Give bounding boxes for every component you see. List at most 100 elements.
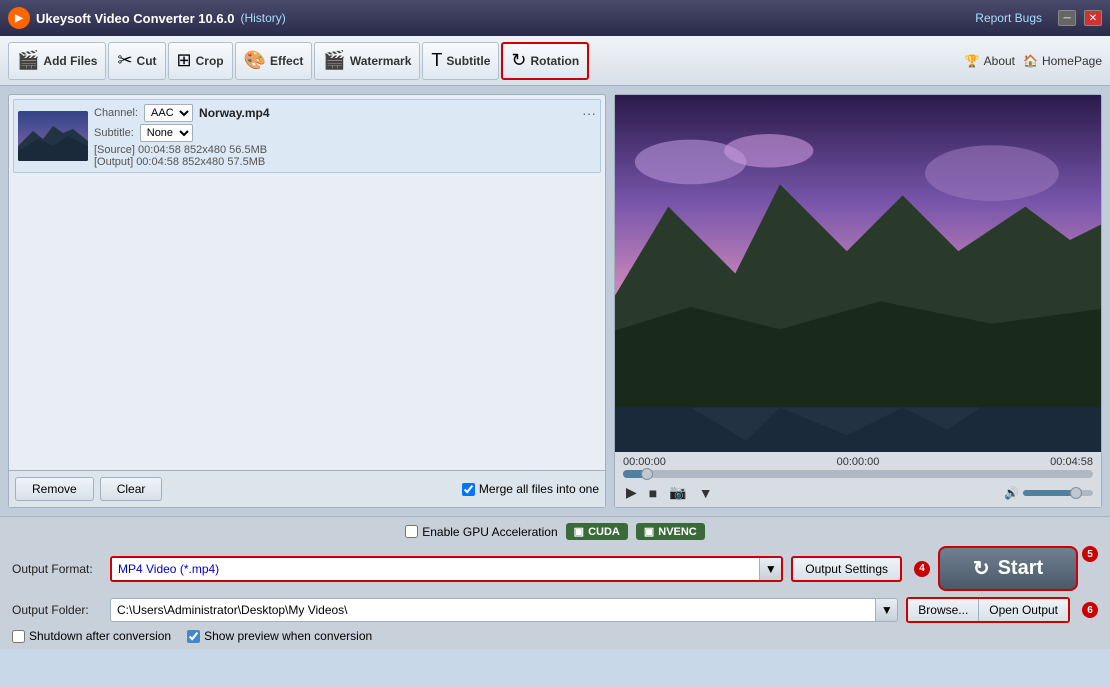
cut-icon: ✂ (117, 50, 132, 71)
history-link[interactable]: (History) (240, 11, 285, 25)
output-folder-label: Output Folder: (12, 603, 102, 617)
home-icon: 🏠 (1023, 54, 1038, 68)
add-files-label: Add Files (43, 54, 97, 68)
show-preview-checkbox[interactable] (187, 630, 200, 643)
rotation-button[interactable]: ↻ Rotation (501, 42, 589, 80)
nvidia-logo: ▣ (574, 525, 584, 538)
preview-video (615, 95, 1101, 452)
effect-label: Effect (270, 54, 303, 68)
volume-control: 🔊 (1004, 486, 1093, 500)
title-bar-left: ▶ Ukeysoft Video Converter 10.6.0 (Histo… (8, 7, 286, 29)
shutdown-checkbox[interactable] (12, 630, 25, 643)
nvenc-label: NVENC (658, 526, 697, 538)
clear-button[interactable]: Clear (100, 477, 163, 501)
toolbar-right: 🏆 About 🏠 HomePage (965, 54, 1102, 68)
time-mid: 00:00:00 (837, 456, 880, 468)
about-label: About (984, 54, 1015, 68)
preview-panel: 00:00:00 00:00:00 00:04:58 ▶ ■ 📷 ▼ 🔊 (614, 94, 1102, 508)
browse-button[interactable]: Browse... (908, 599, 979, 621)
channel-select[interactable]: AAC (144, 104, 193, 122)
start-icon: ↻ (973, 556, 990, 581)
homepage-label: HomePage (1042, 54, 1102, 68)
file-name: Norway.mp4 (199, 106, 269, 120)
shutdown-checkbox-group: Shutdown after conversion (12, 629, 171, 643)
cuda-badge: ▣ CUDA (566, 523, 628, 540)
channel-label: Channel: (94, 107, 138, 119)
output-format-input[interactable] (112, 558, 759, 580)
snapshot-dropdown[interactable]: ▼ (696, 483, 716, 503)
snapshot-button[interactable]: 📷 (666, 482, 689, 503)
watermark-label: Watermark (350, 54, 412, 68)
nvidia-logo2: ▣ (644, 525, 654, 538)
nvenc-badge: ▣ NVENC (636, 523, 705, 540)
volume-icon: 🔊 (1004, 486, 1019, 500)
merge-checkbox[interactable] (462, 483, 475, 496)
file-list: Channel: AAC Norway.mp4 ··· Subtitle: No… (9, 95, 605, 470)
show-preview-checkbox-group: Show preview when conversion (187, 629, 372, 643)
shutdown-label: Shutdown after conversion (29, 629, 171, 643)
time-end: 00:04:58 (1050, 456, 1093, 468)
start-label: Start (998, 557, 1044, 580)
file-thumbnail (18, 111, 88, 161)
cut-button[interactable]: ✂ Cut (108, 42, 165, 80)
title-bar: ▶ Ukeysoft Video Converter 10.6.0 (Histo… (0, 0, 1110, 36)
open-output-button[interactable]: Open Output (979, 599, 1068, 621)
volume-fill (1023, 490, 1076, 496)
gpu-checkbox-group: Enable GPU Acceleration (405, 525, 557, 539)
subtitle-label: Subtitle (446, 54, 490, 68)
folder-dropdown[interactable]: ▼ (875, 599, 897, 621)
rotation-icon: ↻ (511, 50, 526, 71)
subtitle-label-text: Subtitle: (94, 127, 134, 139)
playback-controls: ▶ ■ 📷 ▼ 🔊 (623, 482, 1093, 503)
add-files-icon: 🎬 (17, 50, 39, 71)
toolbar: 🎬 Add Files ✂ Cut ⊞ Crop 🎨 Effect 🎬 Wate… (0, 36, 1110, 86)
output-format-dropdown[interactable]: ▼ (759, 558, 781, 580)
watermark-button[interactable]: 🎬 Watermark (314, 42, 420, 80)
report-bugs-link[interactable]: Report Bugs (975, 11, 1042, 25)
remove-button[interactable]: Remove (15, 477, 94, 501)
crop-label: Crop (196, 54, 224, 68)
file-item: Channel: AAC Norway.mp4 ··· Subtitle: No… (13, 99, 601, 173)
show-preview-label: Show preview when conversion (204, 629, 372, 643)
gpu-row: Enable GPU Acceleration ▣ CUDA ▣ NVENC (12, 523, 1098, 540)
final-options-row: Shutdown after conversion Show preview w… (12, 629, 1098, 643)
file-panel-bottom: Remove Clear Merge all files into one (9, 470, 605, 507)
stop-button[interactable]: ■ (646, 483, 660, 503)
cut-label: Cut (137, 54, 157, 68)
file-info: Channel: AAC Norway.mp4 ··· Subtitle: No… (94, 104, 596, 168)
subtitle-select[interactable]: None (140, 124, 193, 142)
start-button[interactable]: ↻ Start (938, 546, 1078, 591)
folder-path-input[interactable] (111, 599, 875, 621)
about-icon: 🏆 (965, 54, 980, 68)
gpu-checkbox[interactable] (405, 525, 418, 538)
watermark-icon: 🎬 (323, 50, 345, 71)
file-menu-button[interactable]: ··· (582, 105, 596, 121)
progress-handle[interactable] (641, 468, 653, 480)
progress-bar[interactable] (623, 470, 1093, 478)
minimize-button[interactable]: ─ (1058, 10, 1076, 26)
output-meta: [Output] 00:04:58 852x480 57.5MB (94, 156, 596, 168)
crop-button[interactable]: ⊞ Crop (168, 42, 233, 80)
homepage-button[interactable]: 🏠 HomePage (1023, 54, 1102, 68)
effect-button[interactable]: 🎨 Effect (235, 42, 313, 80)
source-meta: [Source] 00:04:58 852x480 56.5MB (94, 144, 596, 156)
volume-handle[interactable] (1070, 487, 1082, 499)
settings-area: Enable GPU Acceleration ▣ CUDA ▣ NVENC O… (0, 516, 1110, 649)
merge-label: Merge all files into one (479, 482, 599, 496)
app-title: Ukeysoft Video Converter 10.6.0 (36, 11, 234, 26)
browse-open-group: Browse... Open Output (906, 597, 1070, 623)
time-current: 00:00:00 (623, 456, 666, 468)
close-button[interactable]: ✕ (1084, 10, 1102, 26)
output-format-label: Output Format: (12, 562, 102, 576)
gpu-label: Enable GPU Acceleration (422, 525, 557, 539)
output-settings-button[interactable]: Output Settings (791, 556, 902, 582)
about-button[interactable]: 🏆 About (965, 54, 1015, 68)
main-content: Channel: AAC Norway.mp4 ··· Subtitle: No… (0, 86, 1110, 516)
volume-slider[interactable] (1023, 490, 1093, 496)
badge-5: 5 (1082, 546, 1098, 562)
subtitle-button[interactable]: T Subtitle (422, 42, 499, 80)
merge-checkbox-group: Merge all files into one (462, 482, 599, 496)
add-files-button[interactable]: 🎬 Add Files (8, 42, 106, 80)
play-button[interactable]: ▶ (623, 482, 640, 503)
preview-controls: 00:00:00 00:00:00 00:04:58 ▶ ■ 📷 ▼ 🔊 (615, 452, 1101, 507)
